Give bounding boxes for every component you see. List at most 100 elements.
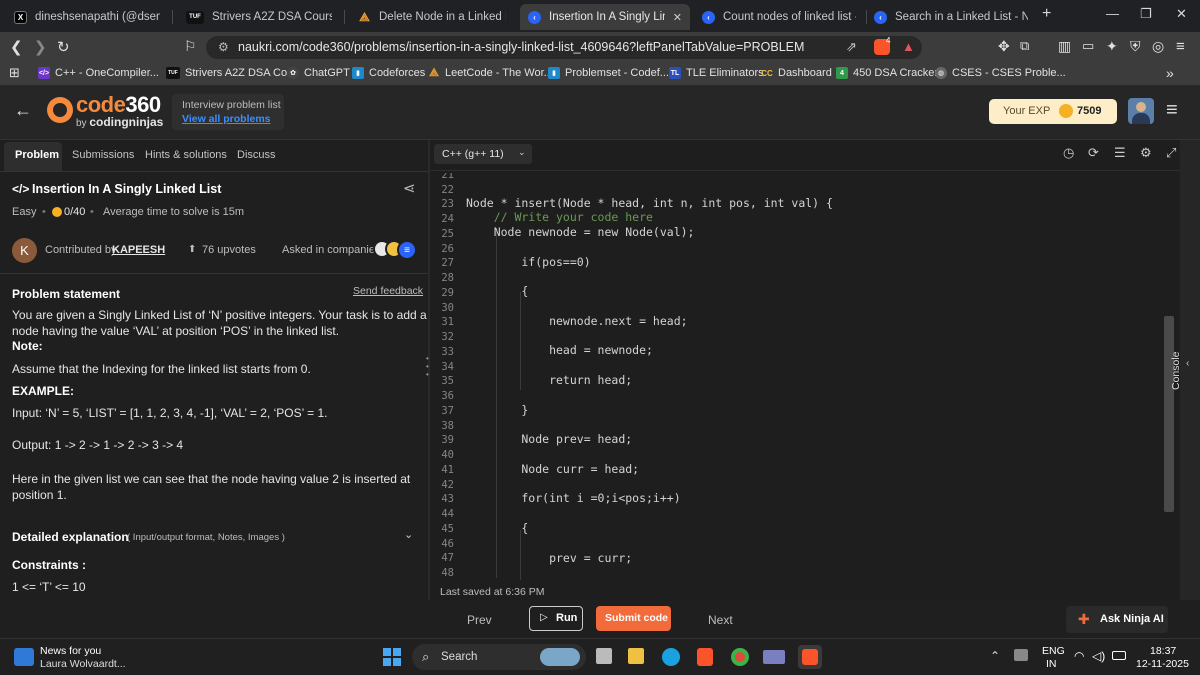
site-info-icon[interactable]: ⚙ (218, 40, 229, 54)
exp-badge[interactable]: Your EXP 7509 (989, 99, 1117, 124)
brave-icon[interactable] (697, 648, 713, 666)
submit-label: Submit code (605, 612, 669, 624)
back-arrow-icon[interactable]: ← (14, 100, 32, 121)
drag-handle-icon[interactable]: • • • (426, 355, 429, 379)
view-all-problems-link[interactable]: View all problems (182, 113, 271, 125)
upvote-icon[interactable]: ⬆ (188, 244, 196, 255)
taskbar-search[interactable]: ⌕ Search (412, 644, 586, 670)
bookmark-item[interactable]: ◍ CSES - CSES Proble... (935, 67, 1066, 79)
screenshot-icon[interactable]: ⧉ (1020, 38, 1029, 54)
fullscreen-icon[interactable]: ⤢ (1166, 145, 1176, 161)
url-input[interactable]: ⚙ naukri.com/code360/problems/insertion-… (206, 36, 922, 59)
language-indicator[interactable]: ENG (1042, 645, 1065, 657)
send-feedback-link[interactable]: Send feedback (353, 285, 423, 297)
tab-hints-solutions[interactable]: Hints & solutions (145, 149, 227, 161)
browser-tab[interactable]: ⟁ Delete Node in a Linked List - Le (350, 4, 514, 30)
reload-icon[interactable]: ↻ (57, 38, 70, 56)
code-line: } (466, 403, 529, 417)
ask-ninja-ai-button[interactable]: ✚ Ask Ninja AI (1066, 606, 1168, 633)
extensions-icon[interactable]: ✥ (998, 38, 1010, 55)
bookmark-item[interactable]: ▮ Problemset - Codef... (548, 67, 669, 79)
file-explorer-icon[interactable] (628, 648, 644, 664)
news-title[interactable]: News for you (40, 645, 101, 657)
line-number: 45 (441, 523, 454, 535)
keyboard-app-icon[interactable] (763, 650, 785, 664)
user-avatar[interactable] (1128, 98, 1154, 124)
timer-icon[interactable]: ◷ (1063, 145, 1074, 161)
brave-rewards-icon[interactable]: ▲ (902, 39, 915, 54)
share-icon[interactable]: ⇗ (846, 39, 857, 55)
chevron-up-icon[interactable]: ⌃ (990, 649, 1000, 663)
x-logo-icon: X (14, 10, 27, 24)
vpn-icon[interactable]: ⛨ (1130, 38, 1141, 55)
tab-submissions[interactable]: Submissions (72, 149, 134, 161)
wallet-icon[interactable]: ▭ (1082, 38, 1094, 54)
prev-button[interactable]: Prev (467, 613, 492, 627)
weather-news-icon[interactable] (14, 648, 34, 666)
language-select[interactable]: C++ (g++ 11) ⌄ (434, 144, 532, 164)
settings-gear-icon[interactable]: ⚙ (1140, 145, 1152, 161)
tab-discuss[interactable]: Discuss (237, 149, 276, 161)
sidebar-icon[interactable]: ▥ (1058, 38, 1071, 55)
profile-icon[interactable]: ◎ (1152, 38, 1164, 55)
browser-tab-active[interactable]: ‹ Insertion In A Singly Linked ✕ (520, 4, 690, 30)
tab-label: Insertion In A Singly Linked (549, 11, 665, 23)
editor-scrollbar[interactable] (1164, 316, 1174, 512)
share-icon[interactable]: ⋖ (403, 179, 416, 197)
restore-icon[interactable]: ❐ (1140, 6, 1152, 22)
detailed-explanation-toggle[interactable]: Detailed explanation (12, 530, 129, 544)
contributor-link[interactable]: KAPEESH (112, 244, 165, 256)
browser-tab[interactable]: ‹ Count nodes of linked list - Nau (694, 4, 864, 30)
more-bookmarks-button[interactable]: » (1166, 65, 1174, 81)
close-window-icon[interactable]: ✕ (1176, 6, 1187, 22)
tray-app-icon[interactable] (1014, 649, 1028, 661)
bookmark-label: Codeforces (369, 67, 426, 79)
bookmark-item[interactable]: TL TLE Eliminators (669, 67, 764, 79)
bookmark-item[interactable]: </> C++ - OneCompiler... (38, 67, 159, 79)
bookmark-item[interactable]: TUF Strivers A2Z DSA Co... (166, 67, 296, 79)
bookmark-label: CSES - CSES Proble... (952, 67, 1066, 79)
chrome-icon[interactable] (731, 648, 749, 666)
volume-icon[interactable]: ◁) (1092, 649, 1105, 663)
bookmark-label: LeetCode - The Wor... (445, 67, 553, 79)
reset-icon[interactable]: ⟳ (1088, 145, 1099, 161)
console-sidebar[interactable] (1180, 140, 1200, 600)
back-icon[interactable]: ❮ (10, 38, 23, 56)
close-tab-icon[interactable]: ✕ (673, 11, 682, 24)
bookmark-item[interactable]: ⟁ LeetCode - The Wor... (428, 67, 553, 80)
edge-icon[interactable] (662, 648, 680, 666)
format-icon[interactable]: ☰ (1114, 145, 1126, 161)
chevron-left-icon[interactable]: ‹ (1186, 358, 1189, 369)
hamburger-menu-icon[interactable]: ≡ (1166, 99, 1178, 122)
browser-tab[interactable]: X dineshsenapathi (@dsenapathi4) (6, 4, 168, 30)
line-number: 42 (441, 479, 454, 491)
play-icon: ▷ (540, 612, 548, 623)
console-tab-label[interactable]: Console (1170, 351, 1182, 390)
active-app-highlight[interactable] (798, 645, 822, 669)
browser-tab[interactable]: ‹ Search in a Linked List - Naukri (866, 4, 1036, 30)
submit-code-button[interactable]: Submit code (596, 606, 671, 631)
line-number: 34 (441, 361, 454, 373)
bookmark-item[interactable]: ▮ Codeforces (352, 67, 425, 79)
code360-logo-icon[interactable] (47, 97, 73, 123)
minimize-icon[interactable]: — (1106, 6, 1119, 21)
run-button[interactable]: ▷ Run (529, 606, 583, 631)
battery-icon[interactable] (1112, 651, 1126, 660)
bookmark-item[interactable]: 4 450 DSA Cracker (836, 67, 938, 79)
bookmark-item[interactable]: ✿ ChatGPT (287, 67, 350, 79)
forward-icon[interactable]: ❯ (34, 38, 47, 56)
task-view-icon[interactable] (596, 648, 612, 664)
chevron-down-icon[interactable]: ⌄ (404, 528, 413, 541)
browser-tab[interactable]: TUF Strivers A2Z DSA Course/Sheet (178, 4, 340, 30)
new-tab-button[interactable]: + (1042, 5, 1051, 23)
tab-problem[interactable]: Problem (15, 149, 59, 161)
wifi-icon[interactable]: ◠ (1074, 649, 1084, 663)
menu-icon[interactable]: ≡ (1176, 38, 1185, 55)
leo-ai-icon[interactable]: ✦ (1106, 38, 1118, 55)
apps-grid-icon[interactable]: ⊞ (9, 65, 20, 81)
bookmark-item[interactable]: CC Dashboard (761, 67, 832, 79)
clock-time[interactable]: 18:37 (1150, 645, 1176, 657)
bookmark-icon[interactable]: ⚐ (184, 38, 197, 55)
windows-start-icon[interactable] (383, 648, 401, 666)
next-button[interactable]: Next (708, 613, 733, 627)
